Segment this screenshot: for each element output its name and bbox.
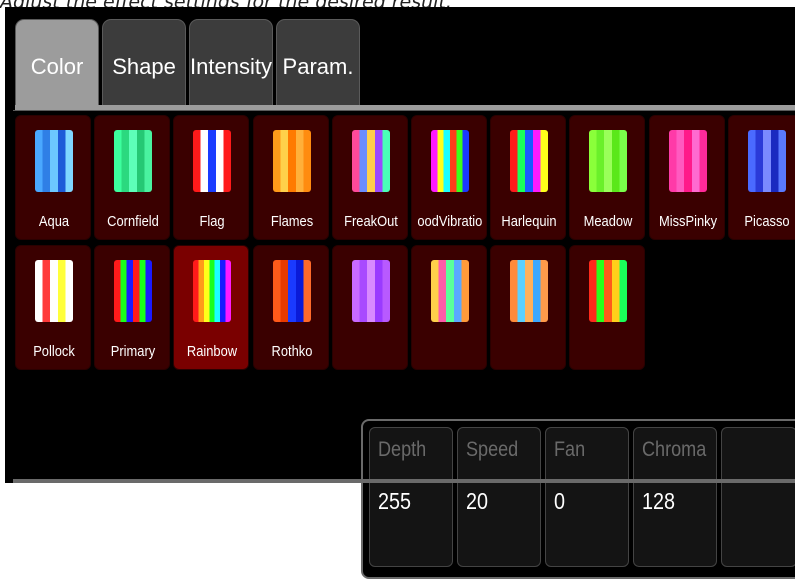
effect-tile-label: Flag (199, 213, 225, 230)
param-chroma[interactable]: Chroma 128 (633, 427, 717, 567)
effect-tile-label: MissPinky (658, 213, 717, 230)
effect-tile-meadow[interactable]: Meadow (569, 115, 646, 240)
effect-tile-misspinky[interactable]: MissPinky (648, 115, 725, 240)
param-chroma-label: Chroma (642, 438, 707, 461)
effect-tile-blank-4[interactable] (331, 245, 408, 370)
effect-grid: Aqua Cornfield Flag Flames FreakOut oodVibrat… (13, 110, 795, 579)
rothko-swatch-icon (272, 260, 311, 322)
param-empty[interactable] (721, 427, 795, 567)
effect-tile-flames[interactable]: Flames (252, 115, 329, 240)
param-fan[interactable]: Fan 0 (545, 427, 629, 567)
picasso-swatch-icon (747, 130, 786, 192)
tab-intensity[interactable]: Intensity (189, 19, 273, 105)
param-speed-value: 20 (466, 488, 489, 514)
misspinky-swatch-icon (668, 130, 707, 192)
flames-swatch-icon (272, 130, 311, 192)
effect-tile-label: Cornfield (107, 213, 160, 230)
red-green-swatch-icon (589, 260, 628, 322)
effect-tile-label: Picasso (744, 213, 790, 230)
effect-tile-freakout[interactable]: FreakOut (331, 115, 408, 240)
effect-tile-label: Aqua (38, 213, 70, 230)
multicolor-swatch-icon (431, 260, 469, 322)
pollock-swatch-icon (35, 260, 73, 322)
primary-swatch-icon (114, 260, 153, 322)
rainbow-swatch-icon (193, 260, 232, 322)
param-speed-label: Speed (466, 438, 519, 461)
param-chroma-value: 128 (642, 488, 676, 514)
purple-swatch-icon (351, 260, 390, 322)
param-fan-value: 0 (554, 488, 566, 514)
effect-tile-flag[interactable]: Flag (173, 115, 250, 240)
effect-tile-primary[interactable]: Primary (94, 245, 171, 370)
tab-param[interactable]: Param. (276, 19, 360, 105)
effect-tile-label: Flames (270, 213, 313, 230)
effect-tile-oodvibratior[interactable]: oodVibratior (411, 115, 487, 240)
effect-panel: Color Shape Intensity Param. Aqua Cornfie… (5, 7, 795, 579)
tab-shape[interactable]: Shape (102, 19, 186, 105)
effect-tile-label: Primary (110, 343, 156, 360)
effect-tile-label: Meadow (584, 213, 633, 230)
effect-tile-rainbow[interactable]: Rainbow (173, 245, 250, 370)
param-depth-label: Depth (378, 438, 427, 461)
effect-tile-label: oodVibratior (417, 213, 483, 230)
effect-tile-blank-7[interactable] (569, 245, 646, 370)
effect-tile-label: Pollock (33, 343, 75, 360)
param-depth[interactable]: Depth 255 (369, 427, 453, 567)
param-speed[interactable]: Speed 20 (457, 427, 541, 567)
effect-tile-harlequin[interactable]: Harlequin (490, 115, 567, 240)
param-fan-label: Fan (554, 438, 586, 461)
effect-tile-pollock[interactable]: Pollock (15, 245, 91, 370)
cornfield-swatch-icon (114, 130, 153, 192)
goodvibrations-swatch-icon (431, 130, 469, 192)
effect-tile-picasso[interactable]: Picasso (727, 115, 795, 240)
param-panel: Depth 255 Speed 20 Fan 0 Chroma 128 (361, 419, 795, 579)
param-depth-value: 255 (378, 488, 412, 514)
effect-tile-rothko[interactable]: Rothko (252, 245, 329, 370)
orange-blue-swatch-icon (510, 260, 549, 322)
effect-tile-label: Rothko (271, 343, 313, 360)
tab-color[interactable]: Color (15, 19, 99, 105)
meadow-swatch-icon (589, 130, 628, 192)
freakout-swatch-icon (351, 130, 390, 192)
effect-tile-label: Harlequin (501, 213, 557, 230)
effect-tile-cornfield[interactable]: Cornfield (94, 115, 171, 240)
flag-swatch-icon (193, 130, 232, 192)
harlequin-swatch-icon (510, 130, 549, 192)
effect-tile-aqua[interactable]: Aqua (15, 115, 91, 240)
effect-tile-label: Rainbow (187, 343, 238, 360)
aqua-swatch-icon (35, 130, 73, 192)
bottom-border (13, 479, 795, 483)
effect-tile-label: FreakOut (343, 213, 398, 230)
effect-tile-blank-6[interactable] (490, 245, 567, 370)
effect-tile-blank-5[interactable] (411, 245, 487, 370)
